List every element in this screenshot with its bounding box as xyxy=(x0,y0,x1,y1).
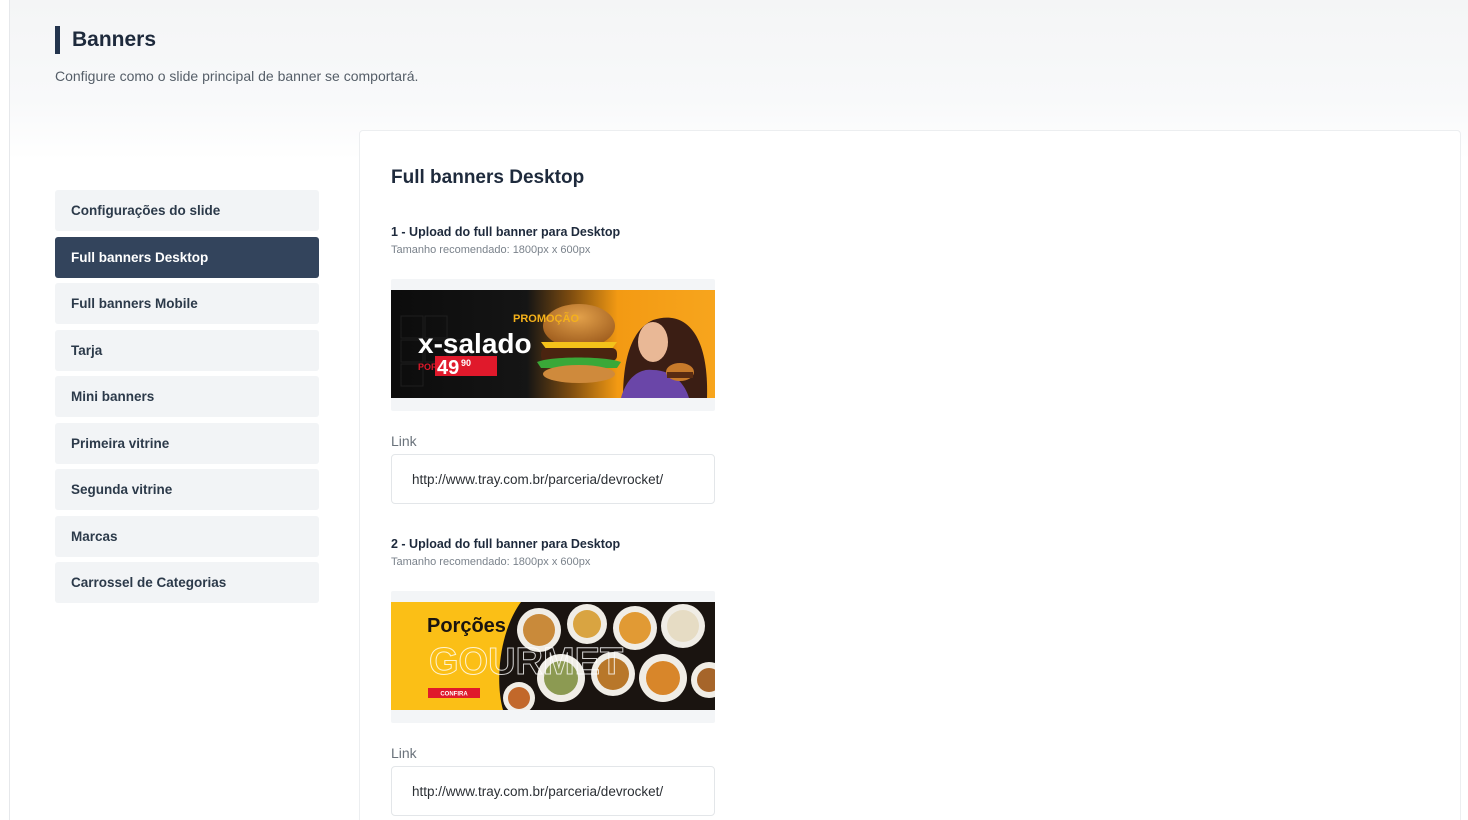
banner-2-artwork: Porções GOURMET CONFIRA xyxy=(391,602,715,710)
banner-2-title-text: Porções xyxy=(427,615,506,637)
banner-1-size-hint: Tamanho recomendado: 1800px x 600px xyxy=(391,244,591,256)
banner-1-cents-text: 90 xyxy=(461,358,471,368)
banner-1-link-label: Link xyxy=(391,433,417,449)
banner-1-promo-text: PROMOÇÃO xyxy=(513,312,579,325)
sidebar-item-mini-banners[interactable]: Mini banners xyxy=(55,376,319,417)
sidebar-item-tarja[interactable]: Tarja xyxy=(55,329,319,371)
sidebar-item-segunda-vitrine[interactable]: Segunda vitrine xyxy=(55,469,319,510)
page-header: Banners xyxy=(55,26,156,54)
banner-2-link-input[interactable] xyxy=(391,766,715,816)
sidebar-item-carrossel-categorias[interactable]: Carrossel de Categorias xyxy=(55,562,319,603)
section-title: Full banners Desktop xyxy=(391,167,585,188)
title-row: Banners xyxy=(55,26,156,54)
title-accent-bar xyxy=(55,26,60,54)
sidebar-item-label: Primeira vitrine xyxy=(71,435,170,451)
banner-1-link-input[interactable] xyxy=(391,454,715,504)
sidebar-item-label: Carrossel de Categorias xyxy=(71,575,227,590)
banner-2-button-text: CONFIRA xyxy=(440,692,468,698)
banner-1-upload-label: 1 - Upload do full banner para Desktop xyxy=(391,225,621,239)
banner-1-product-text: x-salado xyxy=(418,328,532,359)
page-title: Banners xyxy=(72,28,157,51)
sidebar-item-label: Marcas xyxy=(71,528,118,544)
banner-1-price-text: 49 xyxy=(437,357,459,379)
sidebar-item-configuracoes-slide[interactable]: Configurações do slide xyxy=(55,190,319,231)
sidebar-item-label: Mini banners xyxy=(71,389,155,404)
banner-2-image: Porções GOURMET CONFIRA xyxy=(391,602,715,710)
banner-2-upload-label: 2 - Upload do full banner para Desktop xyxy=(391,537,621,551)
banner-2-link-label: Link xyxy=(391,745,417,761)
banner-2-upload-area[interactable]: Porções GOURMET CONFIRA xyxy=(391,591,715,723)
sidebar-item-primeira-vitrine[interactable]: Primeira vitrine xyxy=(55,422,319,464)
page-subtitle: Configure como o slide principal de bann… xyxy=(55,68,419,84)
sidebar-item-marcas[interactable]: Marcas xyxy=(55,515,319,557)
banner-1-upload-area[interactable]: PROMOÇÃO x-salado POR 49 90 xyxy=(391,279,715,411)
banner-1-artwork: PROMOÇÃO x-salado POR 49 90 xyxy=(391,290,715,398)
sidebar-item-label: Configurações do slide xyxy=(71,203,221,218)
settings-sidebar: Configurações do slide Full banners Desk… xyxy=(55,190,319,609)
sidebar-item-full-banners-desktop[interactable]: Full banners Desktop xyxy=(55,236,319,278)
sidebar-item-label: Segunda vitrine xyxy=(71,482,173,497)
banner-2-outline-text: GOURMET xyxy=(429,641,623,683)
sidebar-item-full-banners-mobile[interactable]: Full banners Mobile xyxy=(55,283,319,324)
banner-settings-card: Full banners Desktop 1 - Upload do full … xyxy=(359,130,1461,820)
sidebar-item-label: Full banners Mobile xyxy=(71,296,198,311)
sidebar-item-label: Tarja xyxy=(71,342,103,358)
banner-2-size-hint: Tamanho recomendado: 1800px x 600px xyxy=(391,556,591,568)
banner-1-image: PROMOÇÃO x-salado POR 49 90 xyxy=(391,290,715,398)
sidebar-item-label: Full banners Desktop xyxy=(71,249,209,265)
